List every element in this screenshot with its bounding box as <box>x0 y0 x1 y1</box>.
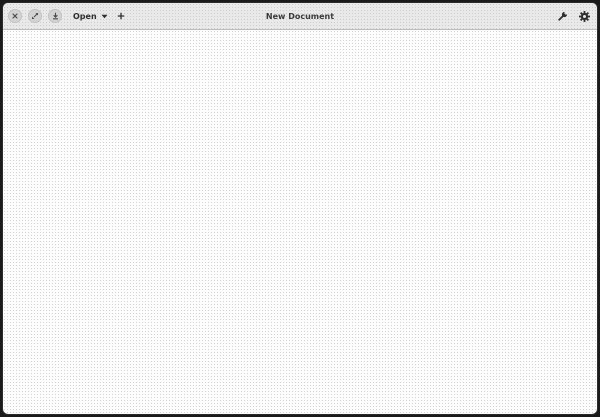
close-button[interactable] <box>8 9 22 23</box>
save-button[interactable] <box>48 9 62 23</box>
settings-button[interactable] <box>576 8 592 24</box>
app-window: Open New Document <box>2 2 598 415</box>
open-button[interactable]: Open <box>69 7 112 25</box>
tools-button[interactable] <box>555 8 571 24</box>
open-button-label: Open <box>73 11 97 21</box>
gear-icon <box>578 10 590 22</box>
header-bar: Open New Document <box>3 3 597 30</box>
download-icon <box>52 12 58 20</box>
text-editor-area[interactable] <box>3 30 597 414</box>
plus-icon <box>117 12 125 20</box>
new-tab-button[interactable] <box>113 8 129 24</box>
close-icon <box>12 13 18 19</box>
chevron-down-icon <box>101 14 108 18</box>
maximize-button[interactable] <box>28 9 42 23</box>
wrench-icon <box>558 11 568 21</box>
maximize-icon <box>32 13 38 19</box>
